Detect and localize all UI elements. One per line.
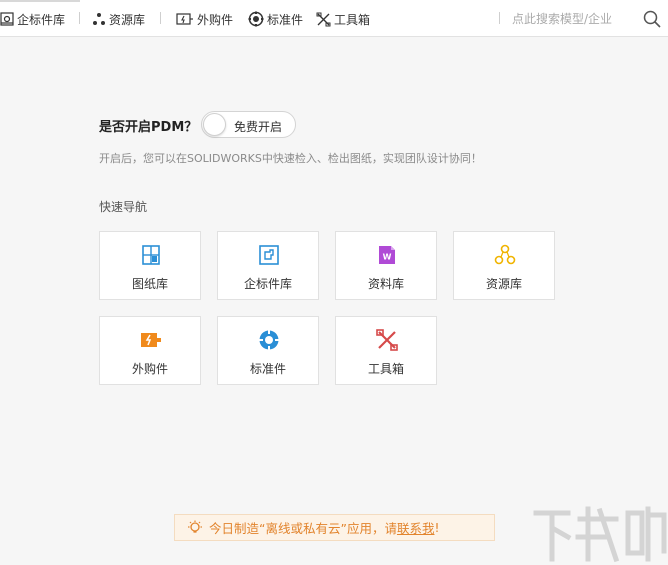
nav-card-label: 标准件: [249, 362, 286, 376]
nav-card-standard-part[interactable]: 标准件: [217, 316, 319, 385]
toolbar-item-enterprise-library[interactable]: 企标件库: [0, 10, 65, 28]
toolbar-divider: [79, 12, 80, 24]
resource-library-icon: [93, 13, 105, 25]
resource-library-icon: [494, 244, 516, 265]
svg-text:W: W: [383, 253, 392, 262]
contact-banner: 今日制造“离线或私有云”应用，请 联系我!: [174, 514, 495, 541]
toolbar-item-standard-part[interactable]: 标准件: [248, 10, 303, 28]
toolbar-item-resource-library[interactable]: 资源库: [92, 10, 145, 28]
nav-card-label: 资料库: [367, 277, 404, 291]
top-toolbar: 企标件库 资源库 外购件 标准件 工具箱 点此搜索模型/企业: [0, 0, 668, 37]
toolbar-item-label: 外购件: [197, 12, 234, 27]
quick-nav-heading: 快速导航: [99, 200, 148, 214]
toolbar-item-label: 标准件: [267, 12, 304, 27]
banner-suffix: !: [434, 520, 440, 535]
pdm-toggle[interactable]: 免费开启: [201, 111, 296, 138]
nav-card-toolbox[interactable]: 工具箱: [335, 316, 437, 385]
toolbar-item-toolbox[interactable]: 工具箱: [316, 10, 370, 28]
pdm-title: 是否开启PDM？: [99, 120, 198, 135]
nav-card-document-library[interactable]: W 资料库: [335, 231, 437, 300]
toolbar-item-purchased-part[interactable]: 外购件: [176, 10, 233, 28]
nav-card-enterprise-library[interactable]: 企标件库: [217, 231, 319, 300]
toolbar-item-label: 企标件库: [17, 12, 66, 27]
toolbar-item-label: 资源库: [109, 12, 146, 27]
standard-part-icon: [259, 330, 279, 350]
nav-card-label: 资源库: [485, 277, 522, 291]
nav-card-label: 工具箱: [367, 362, 404, 376]
nav-card-label: 图纸库: [131, 277, 168, 291]
toolbox-icon: [316, 12, 331, 26]
document-library-icon: W: [379, 246, 395, 264]
toolbox-icon: [376, 329, 398, 351]
purchased-part-icon: [176, 13, 193, 25]
toolbar-divider: [160, 12, 161, 24]
search-icon[interactable]: [642, 9, 662, 29]
nav-card-drawing-library[interactable]: 图纸库: [99, 231, 201, 300]
nav-card-label: 外购件: [131, 362, 168, 376]
nav-card-purchased-part[interactable]: 外购件: [99, 316, 201, 385]
nav-card-resource-library[interactable]: 资源库: [453, 231, 555, 300]
banner-text: 今日制造“离线或私有云”应用，请: [209, 521, 397, 536]
nav-card-label: 企标件库: [243, 277, 292, 291]
pdm-description: 开启后，您可以在SOLIDWORKS中快速检入、检出图纸，实现团队设计协同！: [99, 152, 482, 165]
search-input[interactable]: [512, 9, 640, 29]
watermark-logo: [533, 506, 667, 563]
search-box: [500, 6, 668, 32]
enterprise-library-icon: [259, 245, 279, 265]
toggle-label: 免费开启: [234, 120, 283, 134]
toolbar-accent-line: [0, 0, 80, 2]
purchased-part-icon: [141, 333, 161, 347]
enterprise-library-icon: [0, 12, 14, 26]
contact-us-link[interactable]: 联系我: [397, 518, 435, 537]
drawing-library-icon: [142, 245, 160, 265]
toolbar-item-label: 工具箱: [334, 12, 371, 27]
toggle-knob: [203, 113, 226, 136]
lightbulb-icon: [188, 520, 202, 533]
standard-part-icon: [248, 11, 264, 27]
